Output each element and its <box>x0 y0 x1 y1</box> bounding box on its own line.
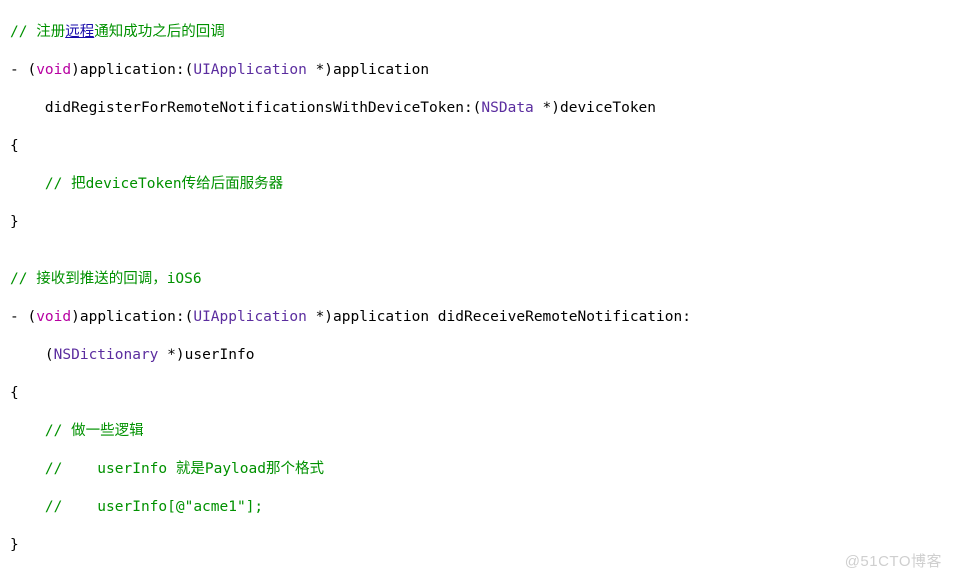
code-line: didRegisterForRemoteNotificationsWithDev… <box>10 99 946 118</box>
watermark-text: @51CTO博客 <box>845 552 942 571</box>
code-line: } <box>10 213 946 232</box>
comment-text: // 把deviceToken传给后面服务器 <box>10 176 283 192</box>
comment-text: // 做一些逻辑 <box>10 423 144 439</box>
code-line: // 注册远程通知成功之后的回调 <box>10 23 946 42</box>
code-text: - ( <box>10 62 36 78</box>
comment-link[interactable]: 远程 <box>65 24 94 40</box>
code-text: *)application <box>307 62 429 78</box>
type-name: UIApplication <box>193 62 307 78</box>
code-line: } <box>10 536 946 555</box>
brace: } <box>10 214 19 230</box>
code-line: // userInfo 就是Payload那个格式 <box>10 460 946 479</box>
brace: } <box>10 537 19 553</box>
code-line: // 把deviceToken传给后面服务器 <box>10 175 946 194</box>
brace: { <box>10 138 19 154</box>
code-text: ( <box>10 347 54 363</box>
code-line: // 做一些逻辑 <box>10 422 946 441</box>
code-line: - (void)application:(UIApplication *)app… <box>10 308 946 327</box>
code-text: *)userInfo <box>158 347 254 363</box>
comment-text: // userInfo 就是Payload那个格式 <box>10 461 324 477</box>
brace: { <box>10 385 19 401</box>
comment-text: // 注册 <box>10 24 65 40</box>
code-text: *)application didReceiveRemoteNotificati… <box>307 309 691 325</box>
code-text: )application:( <box>71 62 193 78</box>
code-line: { <box>10 137 946 156</box>
code-text: - ( <box>10 309 36 325</box>
code-line: (NSDictionary *)userInfo <box>10 346 946 365</box>
keyword: void <box>36 309 71 325</box>
type-name: NSData <box>481 100 533 116</box>
keyword: void <box>36 62 71 78</box>
code-text: )application:( <box>71 309 193 325</box>
code-line: { <box>10 384 946 403</box>
code-line: - (void)application:(UIApplication *)app… <box>10 61 946 80</box>
code-text: didRegisterForRemoteNotificationsWithDev… <box>10 100 481 116</box>
code-text: *)deviceToken <box>534 100 656 116</box>
comment-text: // userInfo[@"acme1"]; <box>10 499 263 515</box>
code-line: // userInfo[@"acme1"]; <box>10 498 946 517</box>
type-name: NSDictionary <box>54 347 159 363</box>
comment-text: 通知成功之后的回调 <box>94 24 225 40</box>
type-name: UIApplication <box>193 309 307 325</box>
code-line: // 接收到推送的回调，iOS6 <box>10 270 946 289</box>
code-block: // 注册远程通知成功之后的回调 - (void)application:(UI… <box>0 0 956 581</box>
comment-text: // 接收到推送的回调，iOS6 <box>10 271 202 287</box>
